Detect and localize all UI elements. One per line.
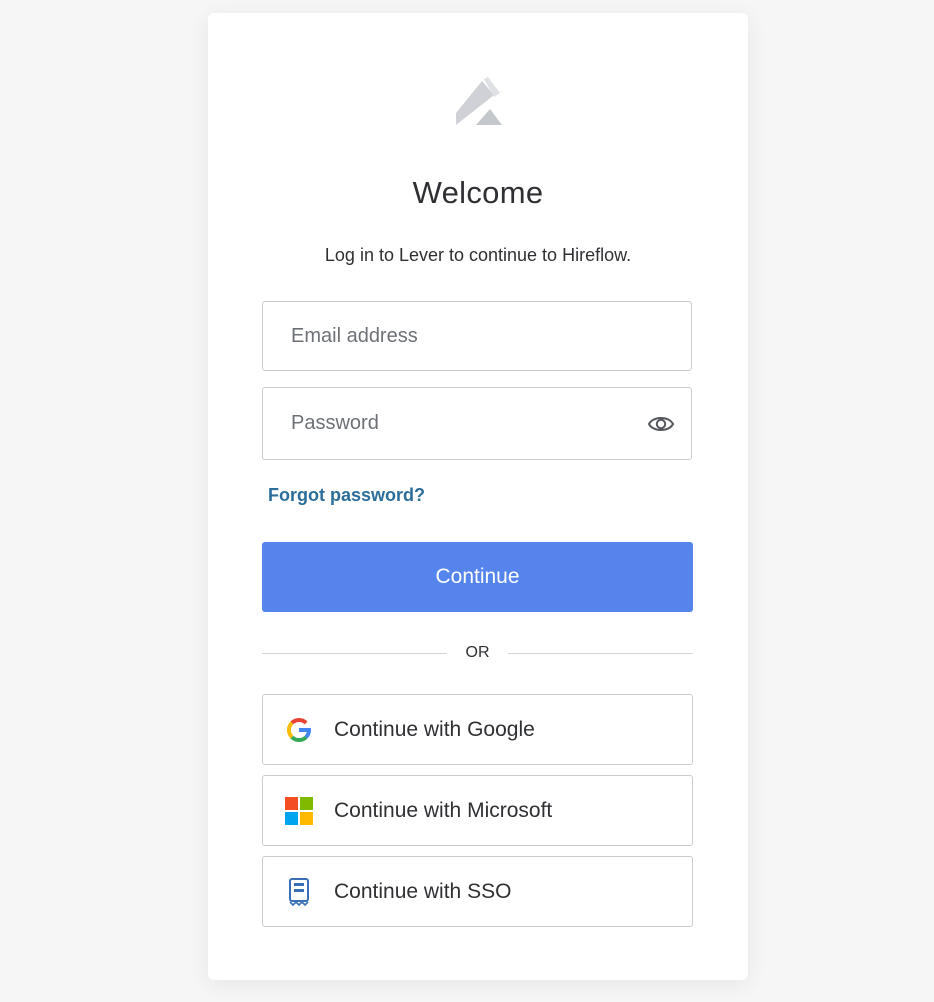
password-field[interactable] xyxy=(262,387,692,460)
or-divider: OR xyxy=(262,642,693,664)
email-input[interactable] xyxy=(263,302,691,370)
forgot-password-link[interactable]: Forgot password? xyxy=(268,485,425,506)
eye-icon[interactable] xyxy=(647,411,675,437)
microsoft-icon xyxy=(285,797,313,825)
google-icon xyxy=(286,717,312,743)
email-field[interactable] xyxy=(262,301,692,371)
page-title: Welcome xyxy=(412,175,544,210)
microsoft-button-label: Continue with Microsoft xyxy=(334,799,553,822)
google-button-label: Continue with Google xyxy=(334,718,535,741)
lever-logo-icon xyxy=(456,77,502,125)
continue-with-sso-button[interactable]: Continue with SSO xyxy=(262,856,693,927)
sso-badge-icon xyxy=(289,878,309,906)
continue-with-microsoft-button[interactable]: Continue with Microsoft xyxy=(262,775,693,846)
login-card: Welcome Log in to Lever to continue to H… xyxy=(208,13,748,980)
sso-button-label: Continue with SSO xyxy=(334,880,512,903)
page-subtitle: Log in to Lever to continue to Hireflow. xyxy=(324,245,632,265)
password-input[interactable] xyxy=(263,388,691,459)
continue-with-google-button[interactable]: Continue with Google xyxy=(262,694,693,765)
divider-line-right xyxy=(508,653,693,654)
continue-button[interactable]: Continue xyxy=(262,542,693,612)
